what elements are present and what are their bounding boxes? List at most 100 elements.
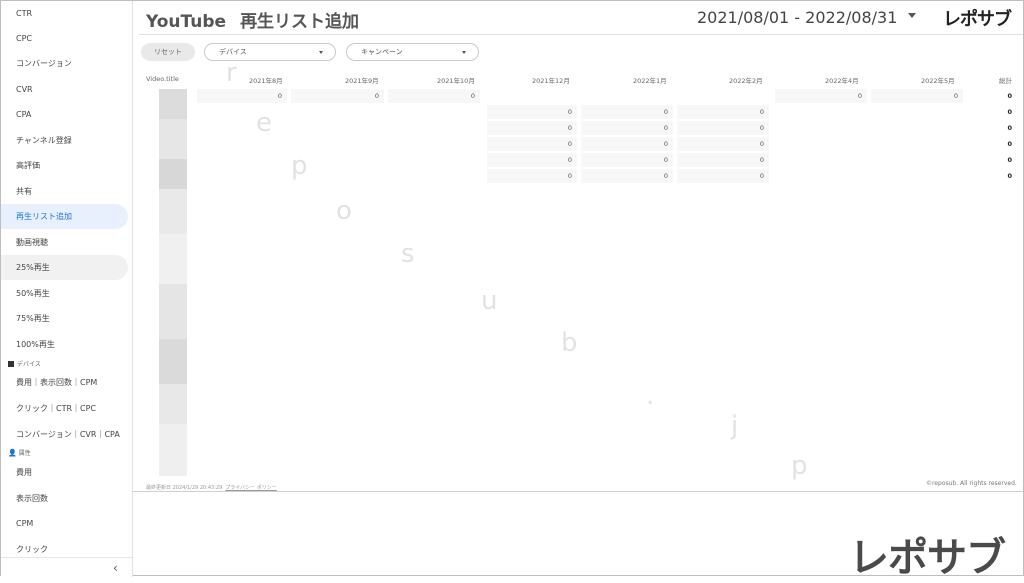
caret-down-icon[interactable]	[908, 13, 916, 18]
table-cell: 0	[581, 169, 673, 183]
sidebar-item-device-cost[interactable]: 費用｜表示回数｜CPM	[1, 370, 128, 395]
sidebar-item-device-click[interactable]: クリック｜CTR｜CPC	[1, 396, 128, 421]
sidebar-item-playlist-add[interactable]: 再生リスト追加	[1, 204, 128, 229]
sidebar-item-75-play[interactable]: 75%再生	[1, 306, 128, 331]
sidebar-section-label: 属性	[18, 450, 31, 457]
device-icon	[8, 361, 14, 367]
device-select-label: デバイス	[219, 48, 247, 56]
redacted-title	[159, 339, 187, 384]
sidebar-item-likes[interactable]: 高評価	[1, 153, 128, 178]
table-cell: 0	[487, 153, 577, 167]
table-cell-total: 0	[1007, 140, 1012, 148]
app-title: YouTube	[146, 12, 227, 32]
table-cell: 0	[291, 89, 384, 103]
watermark-char: r	[226, 58, 237, 88]
table-cell: 0	[487, 169, 577, 183]
table-cell: 0	[871, 89, 963, 103]
sidebar-collapse-button[interactable]: ‹	[1, 557, 132, 577]
table-cell-total: 0	[1007, 92, 1012, 100]
table-cell: 0	[197, 89, 287, 103]
table-cell: 0	[677, 121, 769, 135]
sidebar-item-conversion[interactable]: コンバージョン	[1, 51, 128, 76]
sidebar-item-attr-cpm[interactable]: CPM	[1, 511, 128, 536]
redacted-title	[159, 284, 187, 339]
table-cell: 0	[677, 153, 769, 167]
redacted-title	[159, 159, 187, 189]
sidebar-item-video-views[interactable]: 動画視聴	[1, 230, 128, 255]
table-cell-total: 0	[1007, 124, 1012, 132]
table-cell: 0	[677, 137, 769, 151]
column-header[interactable]: 2021年10月	[437, 75, 475, 85]
table-cell: 0	[487, 105, 577, 119]
table-cell: 0	[487, 121, 577, 135]
watermark-char: u	[481, 286, 498, 316]
watermark-char: p	[291, 151, 308, 181]
sidebar-item-cpc[interactable]: CPC	[1, 26, 128, 51]
sidebar-item-share[interactable]: 共有	[1, 179, 128, 204]
redacted-title	[159, 189, 187, 234]
footer-info: 最終更新日 2024/1/29 20:43:29 プライバシー ポリシー	[146, 484, 277, 491]
redacted-title	[159, 89, 187, 119]
column-header[interactable]: 2022年4月	[825, 75, 859, 85]
sidebar-item-attr-impressions[interactable]: 表示回数	[1, 486, 128, 511]
table-cell-total: 0	[1007, 156, 1012, 164]
sidebar-item-cvr[interactable]: CVR	[1, 77, 128, 102]
redacted-title	[159, 119, 187, 159]
table-cell: 0	[581, 105, 673, 119]
column-header-total[interactable]: 総計	[999, 75, 1012, 85]
watermark-char: s	[401, 239, 415, 269]
table-cell: 0	[677, 105, 769, 119]
footer-divider	[133, 491, 1023, 492]
column-header-video-title[interactable]: Video.title	[146, 75, 179, 83]
watermark-char: j	[731, 411, 739, 441]
person-icon: 👤	[8, 449, 17, 457]
table-cell: 0	[775, 89, 867, 103]
sidebar-section-device: デバイス	[8, 359, 41, 368]
logo: レポサブ	[943, 9, 1012, 30]
watermark-char: o	[336, 196, 352, 226]
column-header[interactable]: 2021年9月	[345, 75, 379, 85]
table-cell: 0	[581, 153, 673, 167]
caret-down-icon	[462, 51, 466, 54]
page-title: YouTube 再生リスト追加	[146, 7, 359, 32]
redacted-title	[159, 384, 187, 424]
column-header[interactable]: 2021年8月	[249, 75, 283, 85]
sidebar-item-100-play[interactable]: 100%再生	[1, 332, 128, 357]
brand-logo-large: レポサブ	[849, 535, 1006, 581]
table-cell: 0	[581, 121, 673, 135]
page-subtitle: 再生リスト追加	[240, 12, 360, 32]
reset-button[interactable]: リセット	[141, 43, 195, 61]
campaign-select-label: キャンペーン	[361, 48, 403, 56]
table-cell: 0	[487, 137, 577, 151]
sidebar-item-channel-subscribe[interactable]: チャンネル登録	[1, 128, 128, 153]
copyright: ©reposub. All rights reserved.	[926, 480, 1017, 487]
watermark-char: .	[646, 381, 655, 411]
device-select[interactable]: デバイス	[204, 43, 336, 61]
campaign-select[interactable]: キャンペーン	[346, 43, 479, 61]
column-header[interactable]: 2022年5月	[921, 75, 955, 85]
redacted-title	[159, 424, 187, 476]
sidebar-item-device-conversion[interactable]: コンバージョン｜CVR｜CPA	[1, 422, 128, 447]
chevron-left-icon: ‹	[113, 561, 118, 575]
sidebar-section-label: デバイス	[17, 361, 41, 368]
app-frame: CTR CPC コンバージョン CVR CPA チャンネル登録 高評価 共有 再…	[0, 0, 1024, 581]
sidebar-section-attribute: 👤 属性	[8, 448, 31, 457]
watermark-char: p	[791, 451, 808, 481]
column-header[interactable]: 2022年2月	[729, 75, 763, 85]
table-cell-total: 0	[1007, 108, 1012, 116]
table-cell-total: 0	[1007, 172, 1012, 180]
sidebar-item-attr-cost[interactable]: 費用	[1, 460, 128, 485]
date-range-picker[interactable]: 2021/08/01 - 2022/08/31	[697, 8, 897, 27]
column-header[interactable]: 2022年1月	[633, 75, 667, 85]
table-cell: 0	[581, 137, 673, 151]
watermark-char: b	[561, 328, 578, 358]
sidebar-item-25-play[interactable]: 25%再生	[1, 255, 128, 280]
table-cell: 0	[677, 169, 769, 183]
sidebar-item-50-play[interactable]: 50%再生	[1, 281, 128, 306]
column-header[interactable]: 2021年12月	[532, 75, 570, 85]
redacted-title	[159, 234, 187, 284]
header-divider	[139, 34, 1023, 35]
sidebar-item-cpa[interactable]: CPA	[1, 102, 128, 127]
caret-down-icon	[319, 51, 323, 54]
sidebar-item-ctr[interactable]: CTR	[1, 1, 128, 26]
